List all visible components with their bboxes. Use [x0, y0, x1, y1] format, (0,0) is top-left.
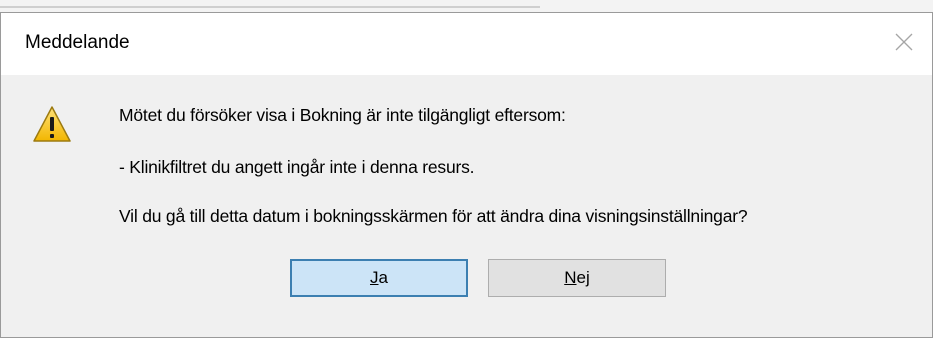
dialog-titlebar[interactable]: Meddelande — [1, 13, 932, 75]
dialog-content: Mötet du försöker visa i Bokning är inte… — [1, 75, 932, 337]
message-line-1: Mötet du försöker visa i Bokning är inte… — [119, 105, 566, 125]
close-button[interactable] — [876, 13, 932, 75]
dialog-title: Meddelande — [25, 32, 130, 53]
no-button[interactable]: Nej — [488, 259, 666, 297]
background-window-edge — [0, 6, 540, 8]
warning-icon — [33, 106, 71, 142]
no-button-accelerator: N — [564, 268, 577, 287]
close-icon — [895, 33, 913, 51]
message-dialog: Meddelande Mötet du försöker visa i Bokn… — [0, 12, 933, 338]
yes-button[interactable]: Ja — [290, 259, 468, 297]
message-line-2: - Klinikfiltret du angett ingår inte i d… — [119, 157, 475, 177]
message-line-3: Vil du gå till detta datum i bokningsskä… — [119, 206, 748, 226]
background-window-strip — [0, 0, 933, 12]
no-button-label: ej — [576, 268, 590, 287]
yes-button-label: a — [378, 268, 388, 287]
yes-button-accelerator: J — [370, 268, 379, 287]
